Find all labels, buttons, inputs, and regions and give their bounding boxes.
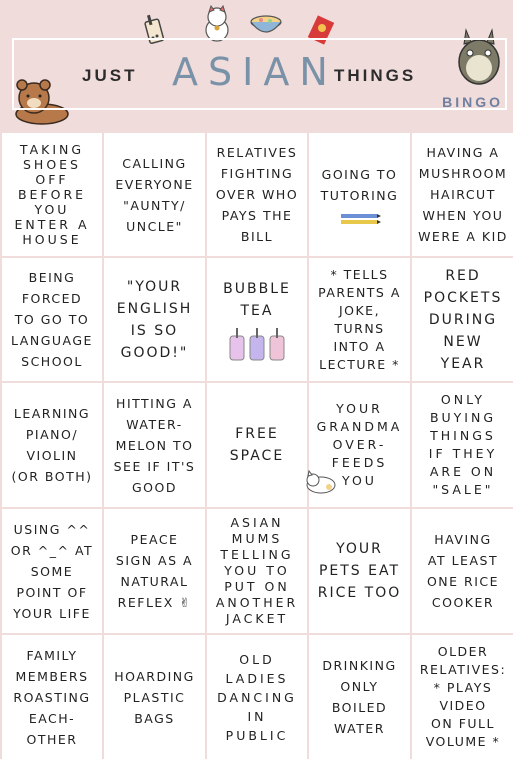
bingo-cell[interactable]: HOARDING PLASTIC BAGS [104,635,205,759]
bingo-cell[interactable]: RELATIVES FIGHTING OVER WHO PAYS THE BIL… [207,133,307,256]
lucky-cat-icon [205,4,229,42]
bingo-subtitle: BINGO [442,94,503,110]
bubble-tea-icon [229,327,285,360]
bingo-cell-text: GOING TO TUTORING [320,166,399,203]
bingo-cell[interactable]: "YOUR ENGLISH IS SO GOOD!" [104,258,205,381]
free-space-cell[interactable]: FREE SPACE [207,383,307,507]
bingo-cell[interactable]: BEING FORCED TO GO TO LANGUAGE SCHOOL [2,258,102,381]
bingo-cell[interactable]: YOUR PETS EAT RICE TOO [309,509,410,633]
bingo-cell[interactable]: LEARNING PIANO/ VIOLIN (OR BOTH) [2,383,102,507]
bingo-cell[interactable]: FAMILY MEMBERS ROASTING EACH- OTHER [2,635,102,759]
bingo-cell[interactable]: RED POCKETS DURING NEW YEAR [412,258,513,381]
cat-icon [306,469,336,494]
bingo-cell[interactable]: DRINKING ONLY BOILED WATER [309,635,410,759]
bingo-cell[interactable]: PEACE SIGN AS A NATURAL REFLEX ✌ [104,509,205,633]
bingo-cell[interactable]: TAKING SHOES OFF BEFORE YOU ENTER A HOUS… [2,133,102,256]
title-things: THINGS [334,66,417,85]
bingo-cell-text: BUBBLE TEA [223,280,291,319]
bingo-cell[interactable]: HAVING AT LEAST ONE RICE COOKER [412,509,513,633]
bingo-cell[interactable]: ASIAN MUMS TELLING YOU TO PUT ON ANOTHER… [207,509,307,633]
bingo-cell[interactable]: ONLY BUYING THINGS IF THEY ARE ON "SALE" [412,383,513,507]
bingo-cell[interactable]: * TELLS PARENTS A JOKE, TURNS INTO A LEC… [309,258,410,381]
bingo-grid: TAKING SHOES OFF BEFORE YOU ENTER A HOUS… [2,133,513,759]
title-just: JUST [82,66,138,85]
bingo-cell[interactable]: BUBBLE TEA [207,258,307,381]
bingo-cell[interactable]: OLDER RELATIVES: * PLAYS VIDEO ON FULL V… [412,635,513,759]
bingo-cell[interactable]: USING ^^ OR ^_^ AT SOME POINT OF YOUR LI… [2,509,102,633]
pencils-icon [340,213,381,224]
bingo-cell[interactable]: OLD LADIES DANCING IN PUBLIC [207,635,307,759]
bingo-cell[interactable]: HAVING A MUSHROOM HAIRCUT WHEN YOU WERE … [412,133,513,256]
bingo-cell[interactable]: YOUR GRANDMA OVER- FEEDS YOU [306,383,410,507]
bingo-cell[interactable]: HITTING A WATER- MELON TO SEE IF IT'S GO… [104,383,205,507]
title-asian: ASIAN [172,50,338,94]
bingo-cell[interactable]: CALLING EVERYONE "AUNTY/ UNCLE" [104,133,205,256]
noodle-bowl-icon [250,15,282,33]
bingo-cell[interactable]: GOING TO TUTORING [309,133,410,256]
